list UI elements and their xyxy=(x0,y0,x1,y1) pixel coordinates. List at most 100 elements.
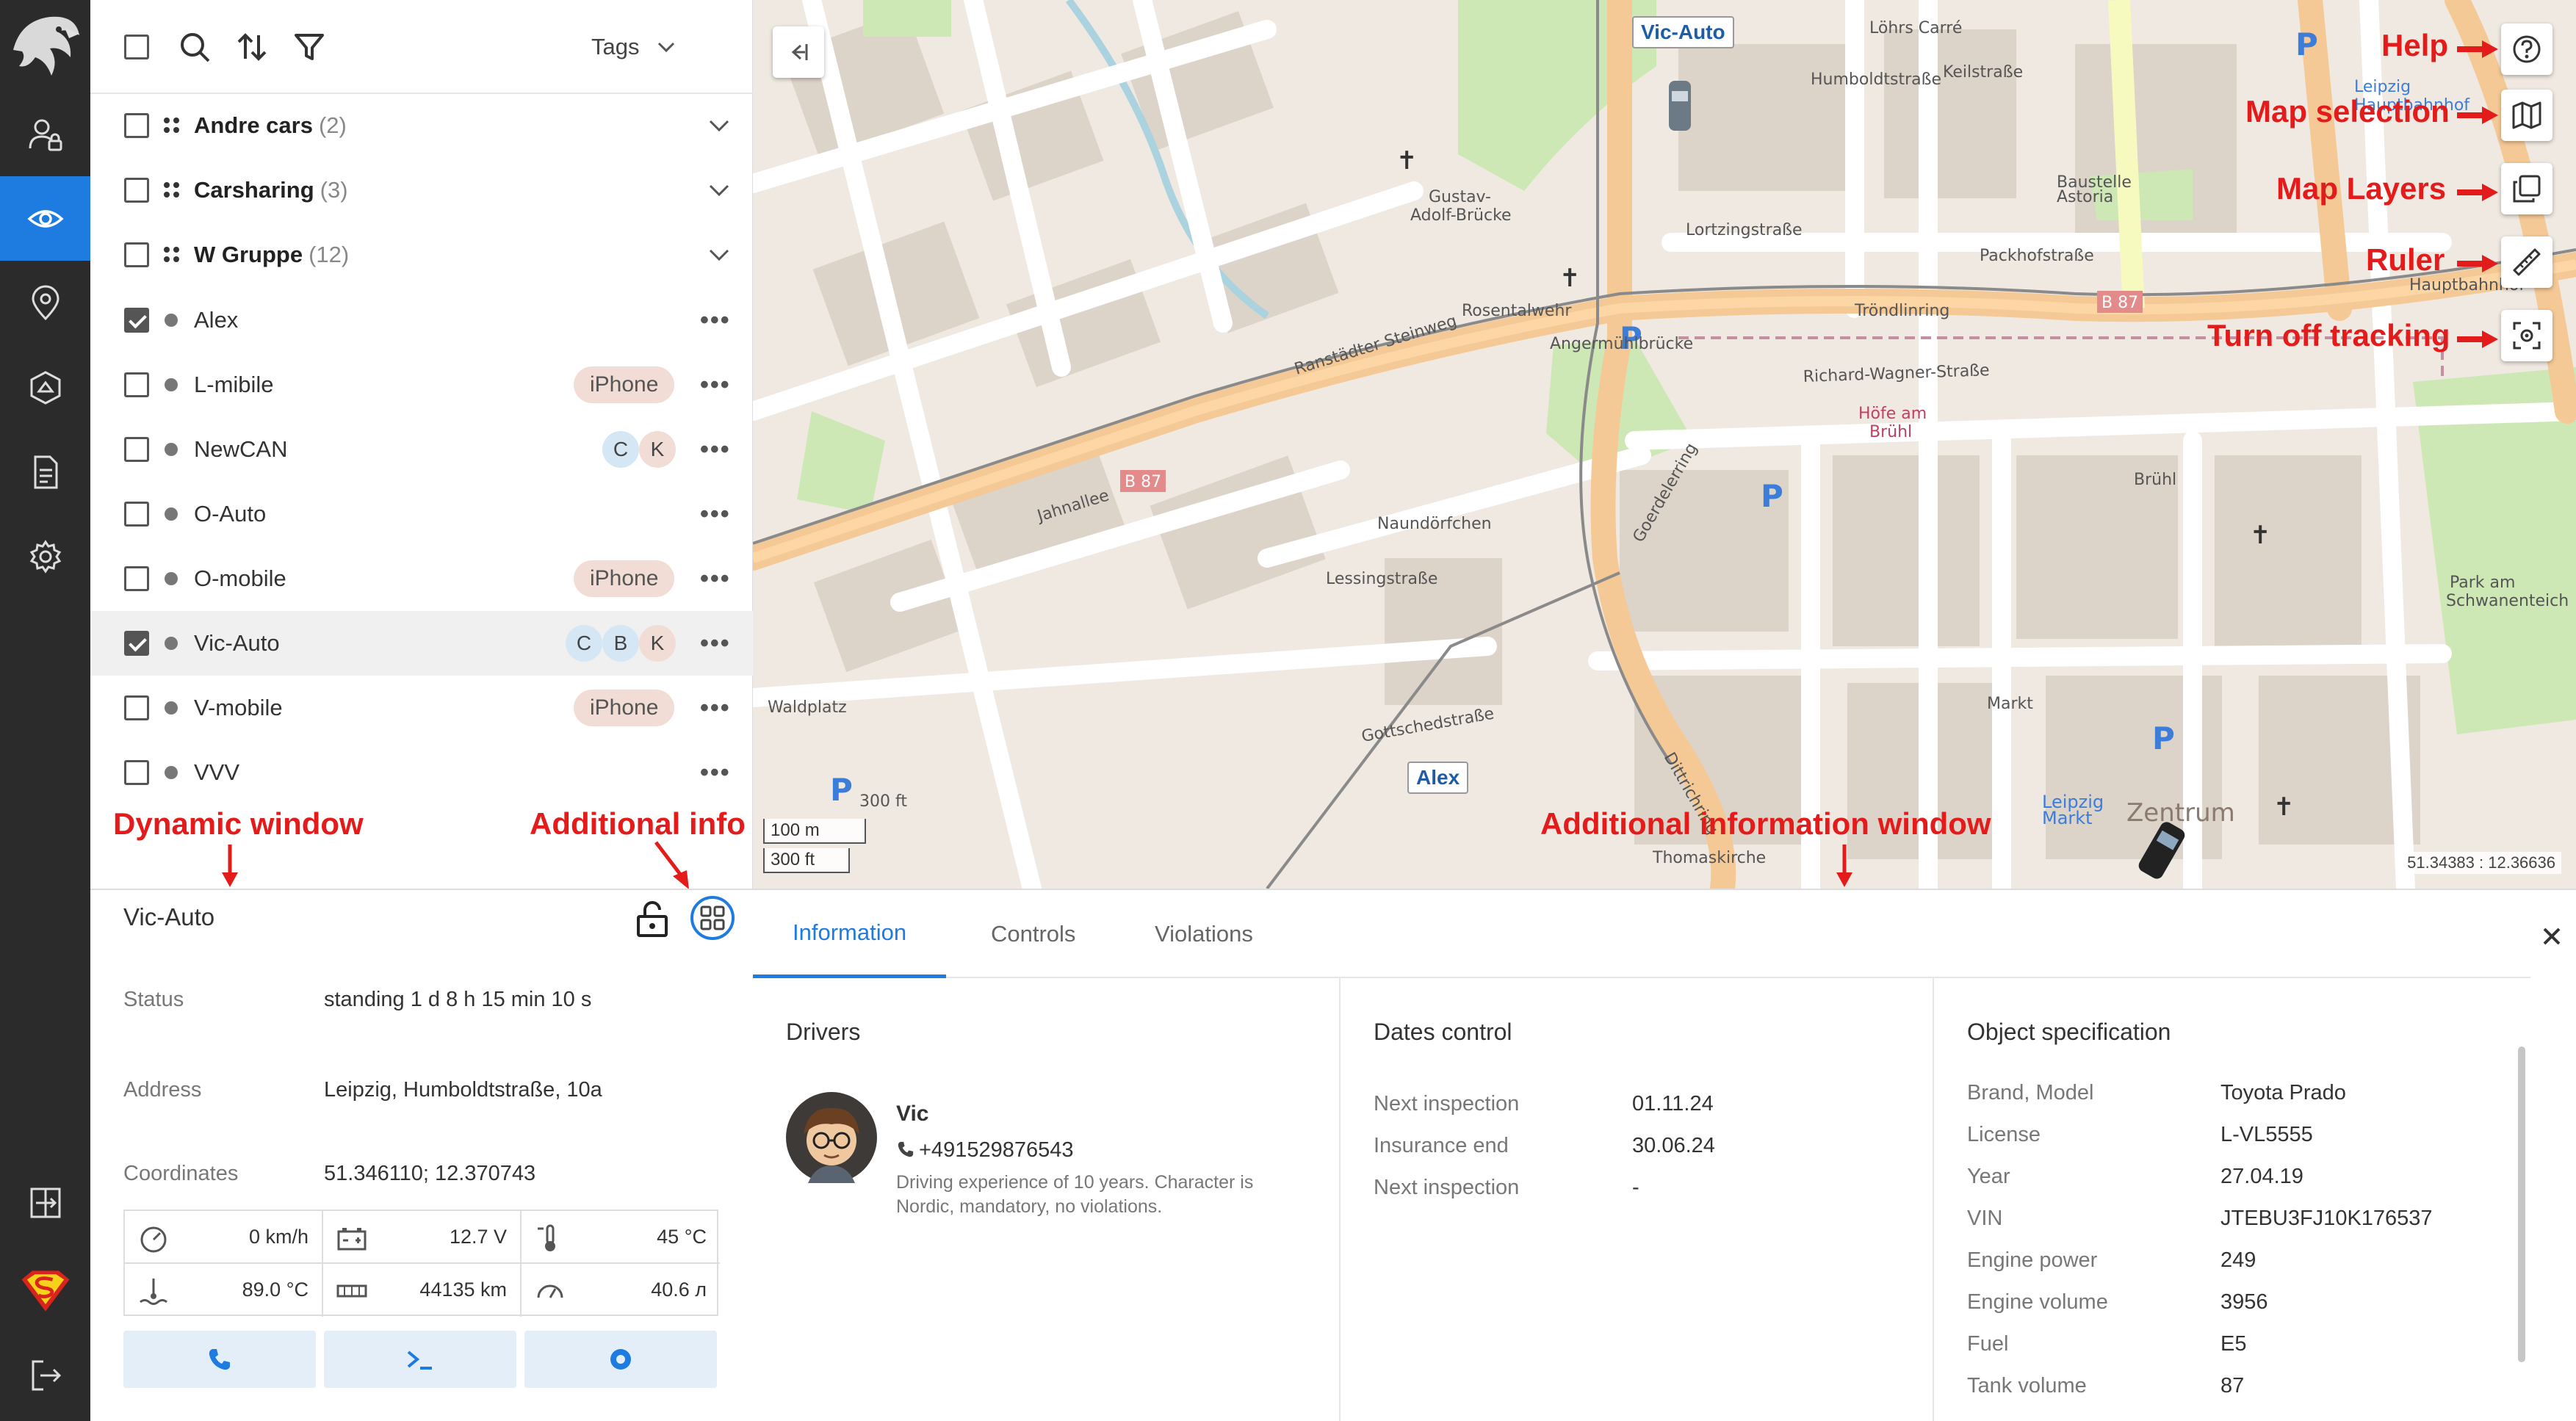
device-tag: iPhone xyxy=(574,366,675,403)
call-button[interactable] xyxy=(123,1331,316,1388)
object-row[interactable]: L-mibile iPhone ••• xyxy=(90,352,753,417)
more-menu-icon[interactable]: ••• xyxy=(700,371,731,399)
object-row[interactable]: O-mobile iPhone ••• xyxy=(90,546,753,611)
command-button[interactable] xyxy=(324,1331,516,1388)
object-name: VVV xyxy=(194,759,240,785)
more-menu-icon[interactable]: ••• xyxy=(700,759,731,787)
sort-icon[interactable] xyxy=(234,29,270,65)
more-menu-icon[interactable]: ••• xyxy=(700,500,731,529)
svg-text:P: P xyxy=(2295,26,2318,62)
svg-text:Lessingstraße: Lessingstraße xyxy=(1326,570,1437,588)
nav-monitoring[interactable] xyxy=(0,176,90,261)
tab-violations[interactable]: Violations xyxy=(1115,890,1293,978)
object-row[interactable]: O-Auto ••• xyxy=(90,482,753,546)
tab-information[interactable]: Information xyxy=(753,890,947,978)
chevron-down-icon[interactable] xyxy=(706,112,732,139)
nav-user-avatar[interactable] xyxy=(0,1248,90,1333)
nav-reports[interactable] xyxy=(0,430,90,514)
more-menu-icon[interactable]: ••• xyxy=(700,435,731,464)
filter-icon[interactable] xyxy=(292,29,327,65)
annotation-map-layers: Map Layers xyxy=(2276,171,2447,206)
object-checkbox[interactable] xyxy=(124,695,149,720)
map-label-alex[interactable]: Alex xyxy=(1407,762,1469,794)
svg-text:Markt: Markt xyxy=(1987,695,2033,713)
nav-users[interactable] xyxy=(0,92,90,176)
object-specification-title: Object specification xyxy=(1967,1019,2171,1045)
tab-controls[interactable]: Controls xyxy=(951,890,1115,978)
group-row[interactable]: Andre cars (2) xyxy=(90,93,753,158)
additional-info-button[interactable] xyxy=(690,896,735,940)
object-checkbox[interactable] xyxy=(124,631,149,656)
object-name: L-mibile xyxy=(194,372,274,397)
map-selection-button[interactable] xyxy=(2501,90,2552,141)
driver-phone[interactable]: +491529876543 xyxy=(919,1138,1073,1163)
object-row[interactable]: NewCAN C K ••• xyxy=(90,417,753,482)
tracking-target-icon xyxy=(2513,322,2541,350)
more-menu-icon[interactable]: ••• xyxy=(700,629,731,658)
collapse-panel-button[interactable] xyxy=(773,26,824,78)
group-name: Carsharing (3) xyxy=(194,177,348,203)
svg-text:Keilstraße: Keilstraße xyxy=(1943,63,2023,82)
object-name: Alex xyxy=(194,307,239,333)
map-layers-button[interactable] xyxy=(2501,163,2552,214)
unlock-icon[interactable] xyxy=(635,900,669,937)
nav-settings[interactable] xyxy=(0,514,90,599)
group-checkbox[interactable] xyxy=(124,113,149,138)
spec-value: Toyota Prado xyxy=(2220,1081,2346,1104)
map-view[interactable]: ✝ ✝ ✝ ✝ P P P P P Gustav- Adolf-Brücke L… xyxy=(753,0,2576,889)
group-checkbox[interactable] xyxy=(124,178,149,203)
chevron-down-icon[interactable] xyxy=(706,242,732,268)
svg-text:✝: ✝ xyxy=(1396,146,1418,176)
object-checkbox[interactable] xyxy=(124,437,149,462)
info-tabs: Information Controls Violations xyxy=(753,890,2530,978)
spec-label: Engine power xyxy=(1967,1248,2098,1272)
scale-feet: 300 ft xyxy=(763,848,850,873)
gear-icon xyxy=(29,539,61,574)
object-name: O-Auto xyxy=(194,501,267,527)
nav-objects[interactable] xyxy=(0,345,90,430)
nav-geozones[interactable] xyxy=(0,261,90,345)
map-label-vic-auto[interactable]: Vic-Auto xyxy=(1632,16,1734,48)
group-row[interactable]: Carsharing (3) xyxy=(90,158,753,223)
object-checkbox[interactable] xyxy=(124,502,149,527)
object-row-selected[interactable]: Vic-Auto C B K ••• xyxy=(90,611,753,676)
info-scrollbar[interactable] xyxy=(2518,1046,2525,1362)
more-menu-icon[interactable]: ••• xyxy=(700,694,731,723)
select-all-checkbox[interactable] xyxy=(124,35,149,59)
object-checkbox[interactable] xyxy=(124,308,149,333)
object-row[interactable]: V-mobile iPhone ••• xyxy=(90,676,753,740)
group-count: (3) xyxy=(320,177,348,203)
search-icon[interactable] xyxy=(177,29,212,65)
svg-text:Adolf-Brücke: Adolf-Brücke xyxy=(1410,206,1512,225)
group-checkbox[interactable] xyxy=(124,242,149,267)
nav-logout[interactable] xyxy=(0,1333,90,1417)
spec-value: L-VL5555 xyxy=(2220,1123,2313,1146)
object-checkbox[interactable] xyxy=(124,566,149,591)
group-row[interactable]: W Gruppe (12) xyxy=(90,223,753,287)
nav-switch-view[interactable] xyxy=(0,1160,90,1245)
turn-off-tracking-button[interactable] xyxy=(2501,310,2552,361)
chevron-down-icon[interactable] xyxy=(706,177,732,203)
arrow-right-icon xyxy=(2457,330,2498,348)
svg-text:Astoria: Astoria xyxy=(2057,188,2113,206)
object-row[interactable]: Alex ••• xyxy=(90,288,753,352)
tags-dropdown[interactable]: Tags xyxy=(591,29,677,65)
sensor-grid: 0 km/h 12.7 V 45 °C 89.0 °C 44135 km 40.… xyxy=(123,1210,720,1317)
close-icon[interactable] xyxy=(2537,922,2566,951)
logout-icon xyxy=(32,1360,61,1390)
svg-text:Zentrum: Zentrum xyxy=(2126,798,2235,828)
ruler-button[interactable] xyxy=(2501,236,2552,288)
object-checkbox[interactable] xyxy=(124,760,149,785)
track-button[interactable] xyxy=(524,1331,717,1388)
annotation-dynamic-window: Dynamic window xyxy=(113,806,364,841)
object-checkbox[interactable] xyxy=(124,372,149,397)
svg-text:✝: ✝ xyxy=(1559,264,1581,293)
more-menu-icon[interactable]: ••• xyxy=(700,565,731,593)
object-row[interactable]: VVV ••• xyxy=(90,740,753,805)
help-button[interactable] xyxy=(2501,23,2552,75)
tag-badge: C xyxy=(566,625,602,662)
svg-text:✝: ✝ xyxy=(2273,792,2295,822)
more-menu-icon[interactable]: ••• xyxy=(700,306,731,335)
date-label: Insurance end xyxy=(1374,1134,1509,1157)
tags-label: Tags xyxy=(591,34,640,59)
